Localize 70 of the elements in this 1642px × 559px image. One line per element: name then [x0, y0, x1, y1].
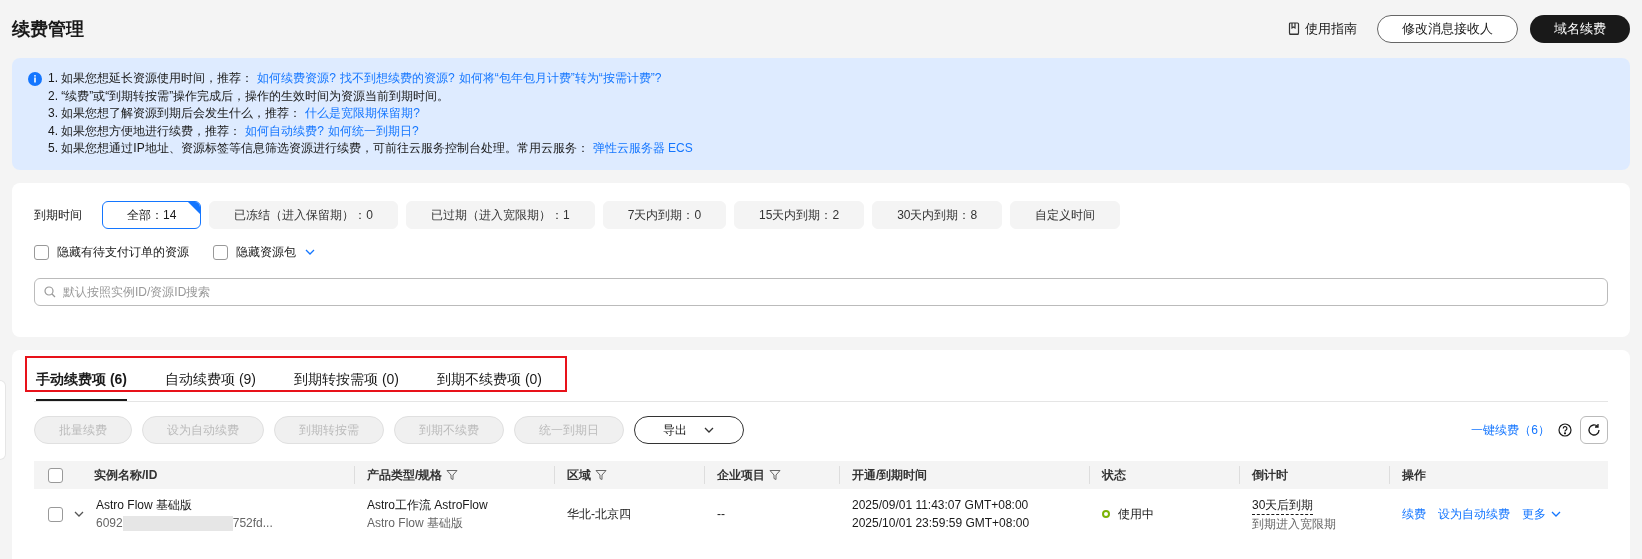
header-checkbox[interactable] — [48, 467, 63, 483]
column-header: 实例名称/ID — [94, 467, 158, 484]
help-link[interactable]: 找不到想续费的资源? — [340, 70, 455, 88]
help-icon[interactable] — [1558, 423, 1572, 437]
action-link[interactable]: 设为自动续费 — [1438, 505, 1510, 523]
countdown-text: 30天后到期 — [1252, 495, 1314, 515]
checkbox[interactable] — [213, 244, 228, 260]
filter-chip[interactable]: 自定义时间 — [1010, 201, 1121, 229]
product-spec: Astro Flow 基础版 — [367, 515, 464, 532]
help-link[interactable]: 如何将“包年包月计费”转为“按需计费”? — [458, 70, 662, 88]
action-link[interactable]: 更多 — [1522, 505, 1562, 523]
tab[interactable]: 到期不续费项 (0) — [437, 369, 542, 401]
help-link[interactable]: 如何统一到期日? — [328, 122, 419, 140]
search-icon — [44, 286, 56, 298]
page-title: 续费管理 — [12, 17, 84, 41]
help-link[interactable]: 如何续费资源? — [257, 70, 337, 88]
refresh-button[interactable] — [1580, 416, 1608, 444]
checkbox-label: 隐藏有待支付订单的资源 — [57, 244, 189, 261]
filter-icon[interactable] — [595, 469, 607, 481]
help-link[interactable]: 弹性云服务器 ECS — [592, 140, 693, 158]
project-text: -- — [717, 507, 725, 521]
instance-id-end: 752fd... — [232, 515, 273, 532]
column-header: 操作 — [1402, 467, 1426, 484]
product-type: Astro工作流 AstroFlow — [367, 497, 489, 514]
filter-chip[interactable]: 30天内到期：8 — [872, 201, 1003, 229]
filter-chip[interactable]: 15天内到期：2 — [734, 201, 865, 229]
primary-button[interactable]: 域名续费 — [1530, 15, 1630, 43]
filter-chip[interactable]: 全部：14 — [102, 201, 202, 229]
countdown-note: 到期进入宽限期 — [1252, 515, 1336, 533]
search-field[interactable]: 默认按照实例ID/资源ID搜索 — [34, 278, 1608, 306]
filter-icon[interactable] — [769, 469, 781, 481]
refresh-icon — [1587, 423, 1601, 437]
info-icon — [28, 72, 42, 86]
notice-text: 1. 如果您想延长资源使用时间，推荐： — [48, 70, 254, 87]
tab[interactable]: 自动续费项 (9) — [165, 369, 256, 401]
region-text: 华北-北京四 — [567, 507, 631, 521]
column-header: 倒计时 — [1252, 467, 1288, 484]
notice-text: 3. 如果您想了解资源到期后会发生什么，推荐： — [48, 105, 302, 122]
column-header: 状态 — [1102, 467, 1126, 484]
start-time: 2025/09/01 11:43:07 GMT+08:00 — [852, 497, 1030, 514]
notice-text: 5. 如果您想通过IP地址、资源标签等信息筛选资源进行续费，可前往云服务控制台处理。常用云服务： — [48, 140, 589, 157]
side-handle[interactable] — [0, 380, 6, 460]
column-header: 企业项目 — [717, 466, 781, 484]
checkbox[interactable] — [34, 244, 49, 260]
end-time: 2025/10/01 23:59:59 GMT+08:00 — [852, 515, 1031, 532]
help-link[interactable]: 如何自动续费? — [245, 122, 325, 140]
tab[interactable]: 手动续费项 (6) — [36, 369, 127, 401]
row-checkbox[interactable] — [48, 506, 63, 522]
filter-chip[interactable]: 已冻结（进入保留期）：0 — [209, 201, 399, 229]
outline-button[interactable]: 修改消息接收人 — [1377, 15, 1518, 43]
notice-text: 4. 如果您想方便地进行续费，推荐： — [48, 122, 242, 140]
status-text: 使用中 — [1118, 506, 1154, 523]
checkbox-label: 隐藏资源包 — [236, 244, 296, 261]
help-link[interactable]: 什么是宽限期保留期? — [305, 105, 421, 123]
notice-text: 2. “续费”或“到期转按需”操作完成后，操作的生效时间为资源当前到期时间。 — [48, 87, 450, 105]
filter-icon[interactable] — [446, 469, 459, 481]
filter-chip[interactable]: 已过期（进入宽限期）：1 — [406, 201, 595, 229]
instance-name: Astro Flow 基础版 — [96, 497, 193, 514]
action-link[interactable]: 续费 — [1402, 505, 1426, 523]
tab[interactable]: 到期转按需项 (0) — [294, 369, 399, 401]
renew-count: （6） — [1519, 422, 1550, 439]
column-header: 产品类型/规格 — [367, 466, 459, 484]
one-click-renew-link[interactable]: 一键续费 — [1471, 421, 1520, 439]
column-header: 区域 — [567, 466, 607, 484]
filter-label: 到期时间 — [34, 207, 83, 224]
filter-chip[interactable]: 7天内到期：0 — [602, 201, 727, 229]
instance-id-start: 6092 — [96, 515, 123, 532]
book-icon — [1287, 22, 1301, 36]
guide-link[interactable]: 使用指南 — [1287, 19, 1357, 39]
column-header: 开通/到期时间 — [852, 467, 928, 484]
